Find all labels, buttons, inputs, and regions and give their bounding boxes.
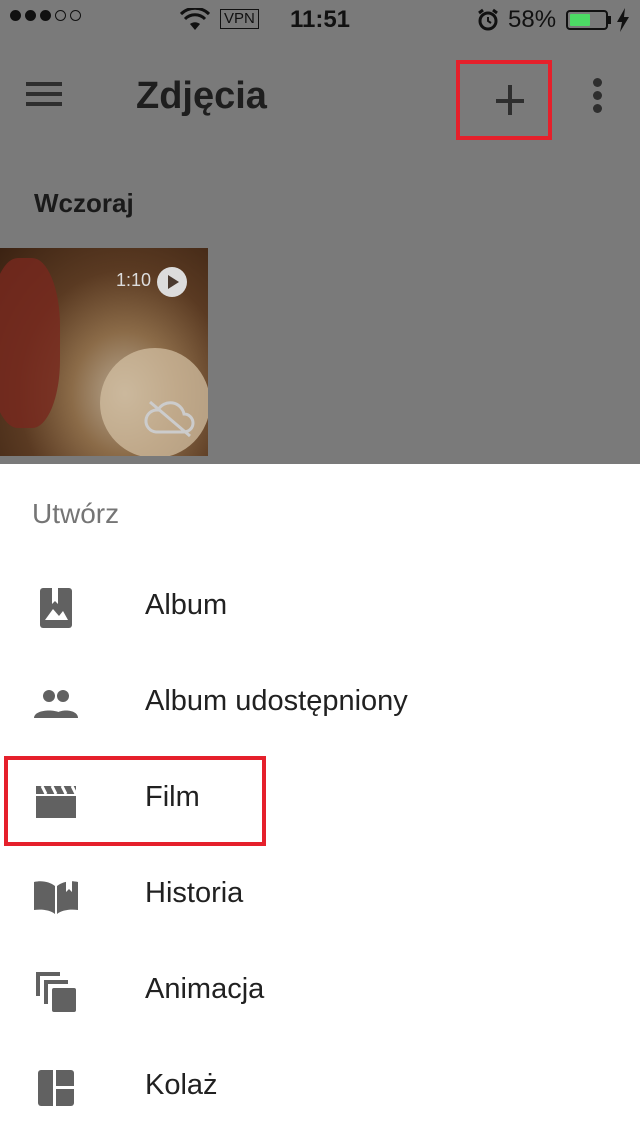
menu-item-animation[interactable]: Animacja: [0, 944, 640, 1040]
people-icon: [34, 690, 78, 718]
photo-album-icon: [40, 588, 72, 628]
menu-item-shared-album[interactable]: Album udostępniony: [0, 656, 640, 752]
video-duration: 1:10: [116, 270, 152, 290]
battery-tip: [608, 16, 611, 24]
hamburger-menu-icon[interactable]: [26, 76, 86, 120]
add-button[interactable]: [456, 60, 552, 140]
sheet-title: Utwórz: [32, 498, 120, 529]
photo-grid: Wczoraj 1:10: [0, 160, 640, 464]
highlight-box: [4, 756, 266, 846]
book-open-icon: [34, 878, 78, 914]
menu-item-story[interactable]: Historia: [0, 848, 640, 944]
page-title: Zdjęcia: [136, 75, 267, 117]
menu-item-collage[interactable]: Kolaż: [0, 1040, 640, 1136]
status-bar: VPN 11:51 58%: [0, 0, 640, 40]
app-bar: Zdjęcia: [0, 40, 640, 160]
alarm-clock-icon: [478, 8, 498, 31]
battery-icon: [566, 10, 608, 30]
cloud-off-icon: [144, 400, 195, 438]
menu-item-label: Kolaż: [145, 1069, 218, 1101]
menu-item-album[interactable]: Album: [0, 560, 640, 656]
more-options-icon[interactable]: [588, 78, 610, 118]
menu-item-label: Album udostępniony: [145, 685, 408, 717]
charging-bolt-icon: [617, 8, 629, 32]
menu-item-label: Animacja: [145, 973, 265, 1005]
stacked-layers-icon: [36, 972, 76, 1012]
battery-percent: 58%: [508, 6, 557, 33]
video-thumbnail[interactable]: 1:10: [0, 248, 208, 456]
collage-icon: [38, 1070, 74, 1106]
menu-item-label: Album: [145, 589, 228, 621]
menu-item-label: Historia: [145, 877, 244, 909]
date-section-label: Wczoraj: [34, 188, 134, 218]
play-icon: [157, 267, 187, 297]
